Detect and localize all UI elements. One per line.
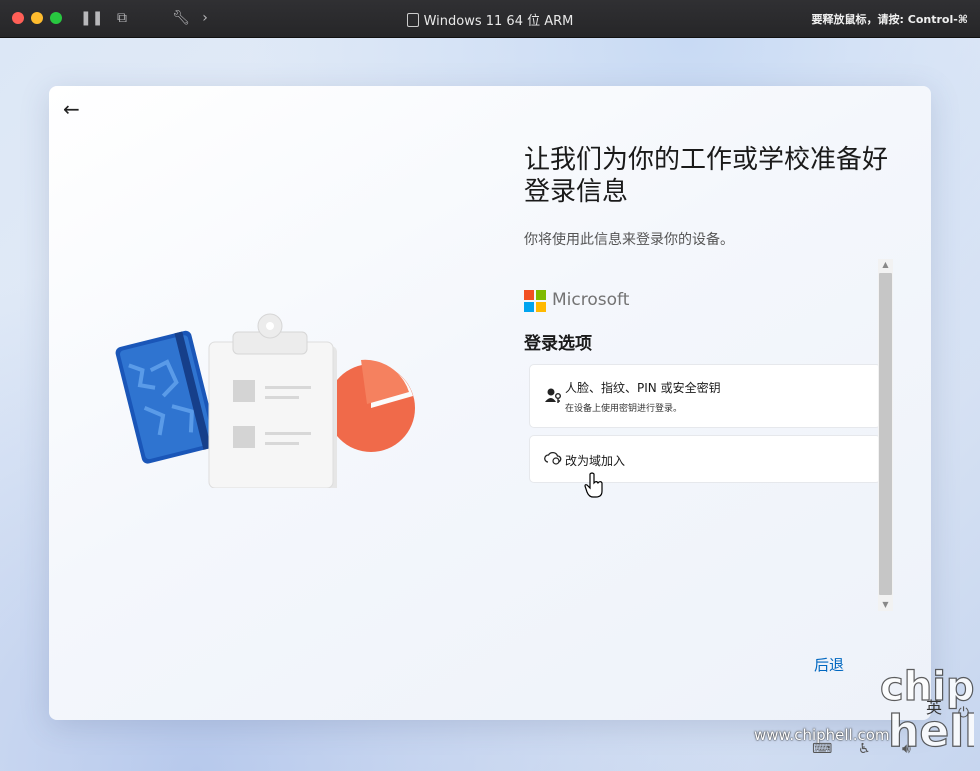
option-label: 人脸、指纹、PIN 或安全密钥: [565, 381, 721, 395]
scroll-down-arrow-icon[interactable]: ▼: [878, 599, 893, 611]
pie-chart-illustration: [327, 359, 415, 452]
sign-in-options-title: 登录选项: [524, 334, 592, 354]
oobe-dialog: ← 让我们为你的工作或学校准备好登录信息 你将使用此信息来登录你的设备。 Mic…: [49, 86, 931, 720]
notebook-illustration: [115, 330, 218, 464]
user-key-icon: [544, 387, 562, 405]
clipboard-illustration: [208, 313, 337, 488]
security-key-option[interactable]: 人脸、指纹、PIN 或安全密钥 在设备上使用密钥进行登录。: [529, 364, 881, 428]
microsoft-brand: Microsoft: [552, 290, 630, 310]
illustration: [115, 313, 415, 488]
domain-join-option[interactable]: 改为域加入: [529, 435, 881, 483]
cloud-sync-icon: [544, 451, 562, 469]
vm-desktop: ← 让我们为你的工作或学校准备好登录信息 你将使用此信息来登录你的设备。 Mic…: [0, 38, 980, 771]
vm-icon: [406, 13, 419, 27]
microsoft-logo-icon: [524, 290, 546, 312]
svg-text:chip: chip: [880, 664, 974, 710]
watermark-url: www.chiphell.com: [754, 726, 890, 744]
scroll-up-arrow-icon[interactable]: ▲: [878, 259, 893, 271]
chiphell-watermark-logo: chip hell: [879, 663, 974, 756]
option-label: 改为域加入: [565, 454, 626, 468]
svg-text:hell: hell: [888, 706, 974, 756]
hand-cursor-icon: [584, 472, 603, 498]
host-titlebar: ❚❚ ⧉ 🔧︎ › Windows 11 64 位 ARM 要释放鼠标，请按: …: [0, 0, 980, 38]
options-scroll-area: Microsoft 登录选项 人脸、指纹、PIN 或安全密钥 在设备上使用密钥进…: [524, 259, 894, 611]
page-subtitle: 你将使用此信息来登录你的设备。: [524, 232, 734, 248]
back-arrow-icon[interactable]: ←: [63, 98, 85, 120]
scrollbar-thumb[interactable]: [879, 273, 892, 595]
option-description: 在设备上使用密钥进行登录。: [565, 404, 683, 414]
release-mouse-hint: 要释放鼠标，请按: Control-⌘: [811, 13, 968, 26]
back-link[interactable]: 后退: [814, 654, 844, 675]
page-title: 让我们为你的工作或学校准备好登录信息: [524, 145, 889, 207]
options-scrollbar[interactable]: ▲ ▼: [878, 259, 893, 611]
